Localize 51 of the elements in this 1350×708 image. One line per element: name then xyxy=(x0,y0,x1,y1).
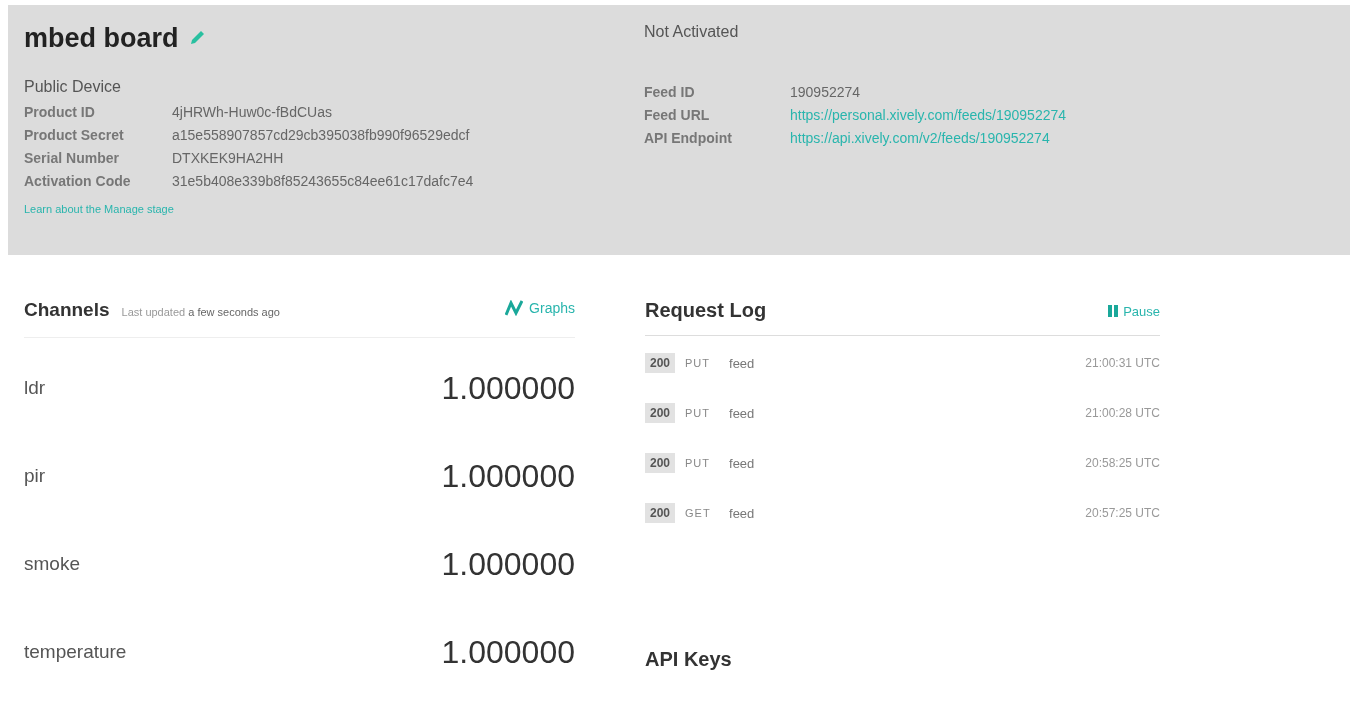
http-method: PUT xyxy=(685,457,712,469)
field-value: 31e5b408e339b8f85243655c84ee61c17dafc7e4 xyxy=(172,173,475,189)
field-label: Feed ID xyxy=(644,84,696,100)
field-label: Serial Number xyxy=(24,150,120,166)
request-time: 21:00:28 UTC xyxy=(1085,406,1160,420)
field-label: Feed URL xyxy=(644,107,711,123)
status-code-badge: 200 xyxy=(645,353,676,373)
resource-name: feed xyxy=(729,405,755,421)
field-value: 4jHRWh-Huw0c-fBdCUas xyxy=(172,104,333,120)
status-code-badge: 200 xyxy=(645,453,676,473)
channel-name: ldr xyxy=(24,377,46,399)
device-title: mbed board xyxy=(24,22,179,54)
pause-icon xyxy=(1108,305,1119,317)
request-time: 21:00:31 UTC xyxy=(1085,356,1160,370)
section-title: API Keys xyxy=(645,648,732,670)
device-visibility: Public Device xyxy=(24,78,122,96)
request-time: 20:57:25 UTC xyxy=(1085,506,1160,520)
channel-value: 1.000000 xyxy=(441,545,575,583)
last-updated-text: Last updated a few seconds ago xyxy=(121,306,280,318)
channel-name: smoke xyxy=(24,553,80,575)
channel-name: pir xyxy=(24,465,46,487)
channel-value: 1.000000 xyxy=(441,369,575,407)
section-title: Request Log xyxy=(645,299,767,322)
channel-value: 1.000000 xyxy=(441,457,575,495)
status-code-badge: 200 xyxy=(645,503,676,523)
resource-name: feed xyxy=(729,505,755,521)
field-value: 190952274 xyxy=(790,84,862,100)
field-value: a15e558907857cd29cb395038fb990f96529edcf xyxy=(172,127,471,143)
http-method: GET xyxy=(685,507,712,519)
learn-link[interactable]: Learn about the Manage stage xyxy=(24,203,174,215)
resource-name: feed xyxy=(729,455,755,471)
resource-name: feed xyxy=(729,355,755,371)
http-method: PUT xyxy=(685,357,712,369)
field-label: Activation Code xyxy=(24,173,132,189)
request-time: 20:58:25 UTC xyxy=(1085,456,1160,470)
pause-button[interactable]: Pause xyxy=(1108,303,1160,319)
channel-name: temperature xyxy=(24,641,127,663)
channel-value: 1.000000 xyxy=(441,633,575,671)
section-title: Channels xyxy=(24,299,110,321)
field-label: Product ID xyxy=(24,104,96,120)
graphs-button[interactable]: Graphs xyxy=(505,300,575,316)
activation-status: Not Activated xyxy=(644,23,740,41)
http-method: PUT xyxy=(685,407,712,419)
field-value: DTXKEK9HA2HH xyxy=(172,150,285,166)
url-link[interactable]: https://api.xively.com/v2/feeds/190952274 xyxy=(790,130,1067,146)
pencil-icon[interactable] xyxy=(188,30,205,46)
field-label: API Endpoint xyxy=(644,130,733,146)
field-label: Product Secret xyxy=(24,127,125,143)
url-link[interactable]: https://personal.xively.com/feeds/190952274 xyxy=(790,107,1067,123)
line-chart-icon xyxy=(505,300,524,316)
status-code-badge: 200 xyxy=(645,403,676,423)
